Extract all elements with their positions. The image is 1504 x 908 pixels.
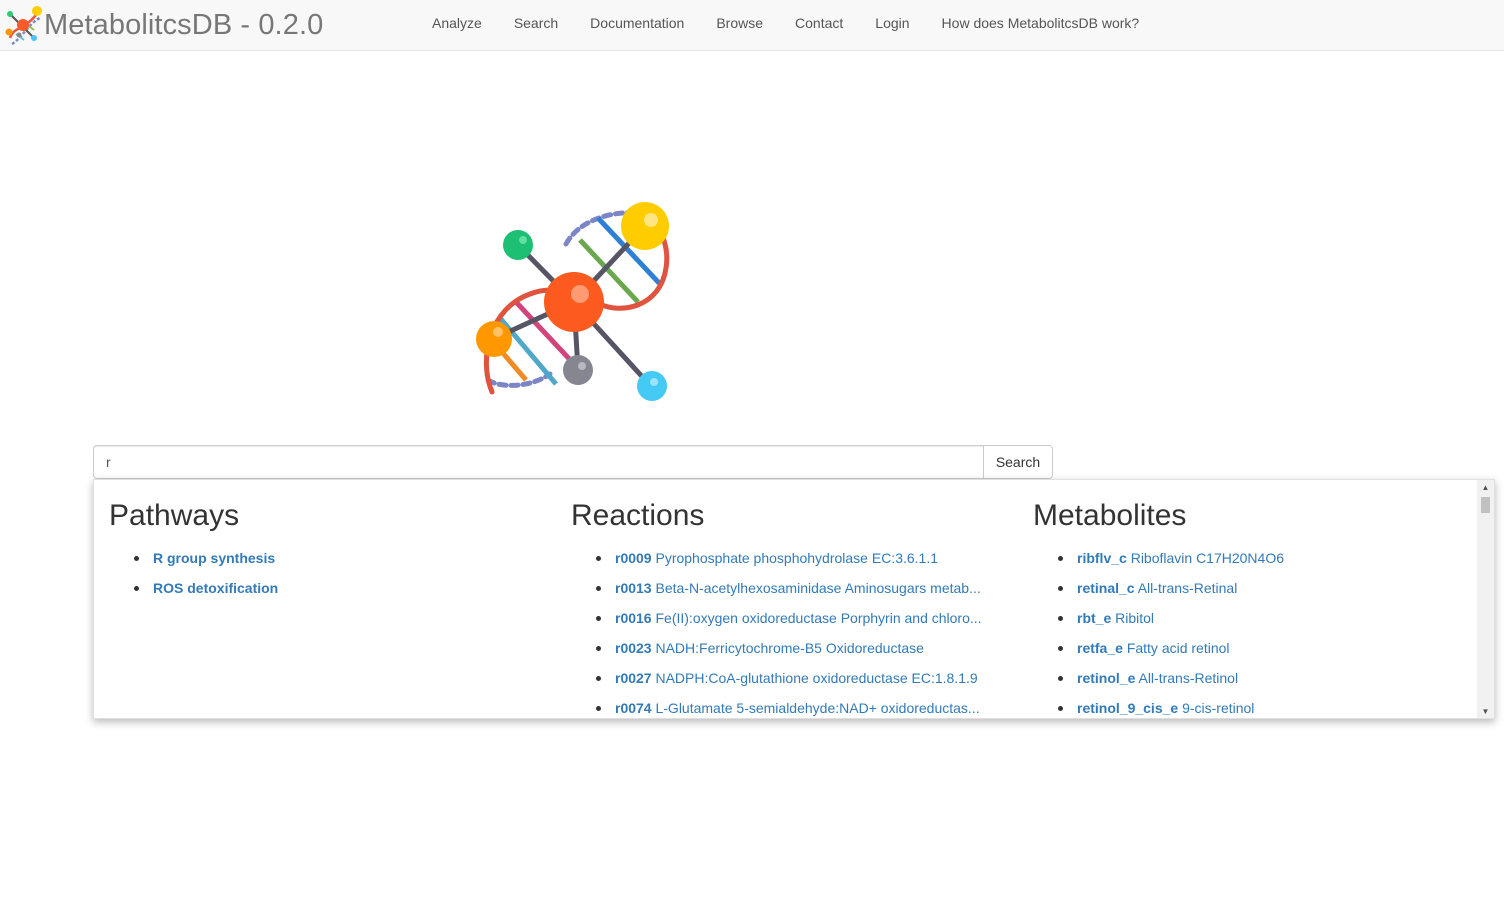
- reaction-result-item[interactable]: r0009 Pyrophosphate phosphohydrolase EC:…: [596, 543, 1000, 573]
- reactions-list: r0009 Pyrophosphate phosphohydrolase EC:…: [556, 543, 1000, 718]
- search-button[interactable]: Search: [983, 445, 1053, 479]
- metabolite-result-item[interactable]: retfa_e Fatty acid retinol: [1058, 633, 1478, 663]
- metabolite-result-item[interactable]: retinol_9_cis_e 9-cis-retinol: [1058, 693, 1478, 718]
- dna-molecule-hero-illustration: [476, 202, 670, 401]
- brand-title: MetabolitcsDB - 0.2.0: [44, 9, 324, 41]
- nav-contact[interactable]: Contact: [779, 0, 859, 50]
- search-input[interactable]: [93, 445, 983, 479]
- nav-how-it-works[interactable]: How does MetabolitcsDB work?: [926, 0, 1156, 50]
- nav-documentation[interactable]: Documentation: [574, 0, 700, 50]
- metabolites-list: ribflv_c Riboflavin C17H20N4O6 retinal_c…: [1018, 543, 1478, 718]
- metabolites-column: Metabolites ribflv_c Riboflavin C17H20N4…: [1018, 480, 1478, 718]
- scroll-up-arrow-icon[interactable]: ▲: [1477, 480, 1494, 494]
- pathways-column: Pathways R group synthesis ROS detoxific…: [94, 480, 554, 718]
- reaction-result-item[interactable]: r0023 NADH:Ferricytochrome-B5 Oxidoreduc…: [596, 633, 1000, 663]
- search-group: Search: [93, 445, 1053, 479]
- scrollbar-thumb[interactable]: [1481, 497, 1490, 513]
- reactions-column: Reactions r0009 Pyrophosphate phosphohyd…: [556, 480, 1000, 718]
- metabolite-result-item[interactable]: retinal_c All-trans-Retinal: [1058, 573, 1478, 603]
- nav-analyze[interactable]: Analyze: [416, 0, 498, 50]
- pathway-result-item[interactable]: ROS detoxification: [134, 573, 554, 603]
- reaction-result-item[interactable]: r0013 Beta-N-acetylhexosaminidase Aminos…: [596, 573, 1000, 603]
- metabolite-result-item[interactable]: rbt_e Ribitol: [1058, 603, 1478, 633]
- nav-login[interactable]: Login: [859, 0, 925, 50]
- reaction-result-item[interactable]: r0016 Fe(II):oxygen oxidoreductase Porph…: [596, 603, 1000, 633]
- pathways-heading: Pathways: [109, 499, 240, 532]
- top-navbar: MetabolitcsDB - 0.2.0 Analyze Search Doc…: [0, 0, 1504, 51]
- reaction-result-item[interactable]: r0027 NADPH:CoA-glutathione oxidoreducta…: [596, 663, 1000, 693]
- search-results-dropdown: Pathways R group synthesis ROS detoxific…: [93, 479, 1495, 719]
- reactions-heading: Reactions: [571, 499, 705, 532]
- brand-home-link[interactable]: MetabolitcsDB - 0.2.0: [4, 4, 323, 46]
- nav-browse[interactable]: Browse: [700, 0, 779, 50]
- pathways-list: R group synthesis ROS detoxification: [94, 543, 554, 603]
- dropdown-scrollbar[interactable]: ▲ ▼: [1477, 480, 1494, 718]
- nav-search[interactable]: Search: [498, 0, 574, 50]
- pathway-result-item[interactable]: R group synthesis: [134, 543, 554, 573]
- main-nav: Analyze Search Documentation Browse Cont…: [416, 0, 1155, 50]
- metabolites-heading: Metabolites: [1033, 499, 1187, 532]
- metabolite-result-item[interactable]: retinol_e All-trans-Retinol: [1058, 663, 1478, 693]
- metabolite-result-item[interactable]: ribflv_c Riboflavin C17H20N4O6: [1058, 543, 1478, 573]
- dna-molecule-logo-icon: [5, 6, 42, 46]
- reaction-result-item[interactable]: r0074 L-Glutamate 5-semialdehyde:NAD+ ox…: [596, 693, 1000, 718]
- scroll-down-arrow-icon[interactable]: ▼: [1477, 704, 1494, 718]
